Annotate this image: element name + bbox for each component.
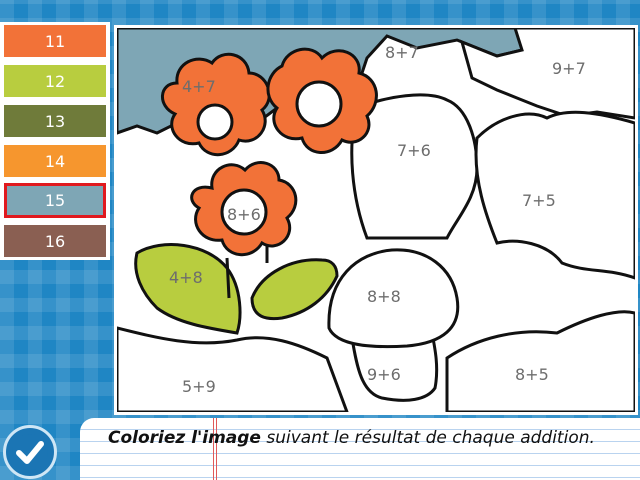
- region-leaf-top[interactable]: [350, 93, 479, 240]
- label-mushroom-stem: 9+6: [367, 365, 401, 384]
- region-leaf-green-right[interactable]: [250, 258, 339, 321]
- instruction-rest: suivant le résultat de chaque addition.: [260, 428, 595, 448]
- color-swatch-12[interactable]: 12: [4, 65, 106, 97]
- color-swatch-11[interactable]: 11: [4, 25, 106, 57]
- color-palette: 11 12 13 14 15 16: [0, 22, 110, 260]
- swatch-label: 13: [44, 111, 66, 131]
- color-swatch-14[interactable]: 14: [4, 145, 106, 177]
- label-flower-left: 4+7: [182, 77, 216, 96]
- label-mushroom-cap: 8+8: [367, 287, 401, 306]
- checkmark-icon: [12, 434, 48, 470]
- region-ground-right[interactable]: [445, 310, 635, 412]
- swatch-label: 14: [44, 151, 66, 171]
- label-sky-right: 9+7: [552, 59, 586, 78]
- label-leaf-green: 4+8: [169, 268, 203, 287]
- color-swatch-16[interactable]: 16: [4, 225, 106, 257]
- label-ground-left: 5+9: [182, 377, 216, 396]
- swatch-label: 15: [44, 191, 66, 210]
- label-leaf-top: 7+6: [397, 141, 431, 160]
- label-sky-top: 8+7: [385, 43, 419, 62]
- swatch-label: 11: [44, 31, 66, 51]
- coloring-picture[interactable]: 8+7 9+7 4+7 8+6 7+6 7+5 4+8 8+8 5+9 9+6 …: [117, 28, 635, 412]
- swatch-label: 12: [44, 71, 66, 91]
- swatch-label: 16: [44, 231, 66, 251]
- validate-button[interactable]: [3, 425, 57, 479]
- label-ground-right: 8+5: [515, 365, 549, 384]
- label-bush-right: 7+5: [522, 191, 556, 210]
- instruction-bold: Coloriez l'image: [108, 428, 261, 448]
- region-ground-left[interactable]: [117, 326, 349, 412]
- label-flower-center: 8+6: [227, 205, 261, 224]
- instruction-panel: Coloriez l'image suivant le résultat de …: [80, 418, 640, 480]
- region-leaf-green-left[interactable]: [134, 243, 242, 335]
- coloring-canvas[interactable]: 8+7 9+7 4+7 8+6 7+6 7+5 4+8 8+8 5+9 9+6 …: [114, 25, 638, 415]
- instruction-text: Coloriez l'image suivant le résultat de …: [108, 426, 626, 450]
- color-swatch-13[interactable]: 13: [4, 105, 106, 137]
- color-swatch-15[interactable]: 15: [4, 183, 106, 218]
